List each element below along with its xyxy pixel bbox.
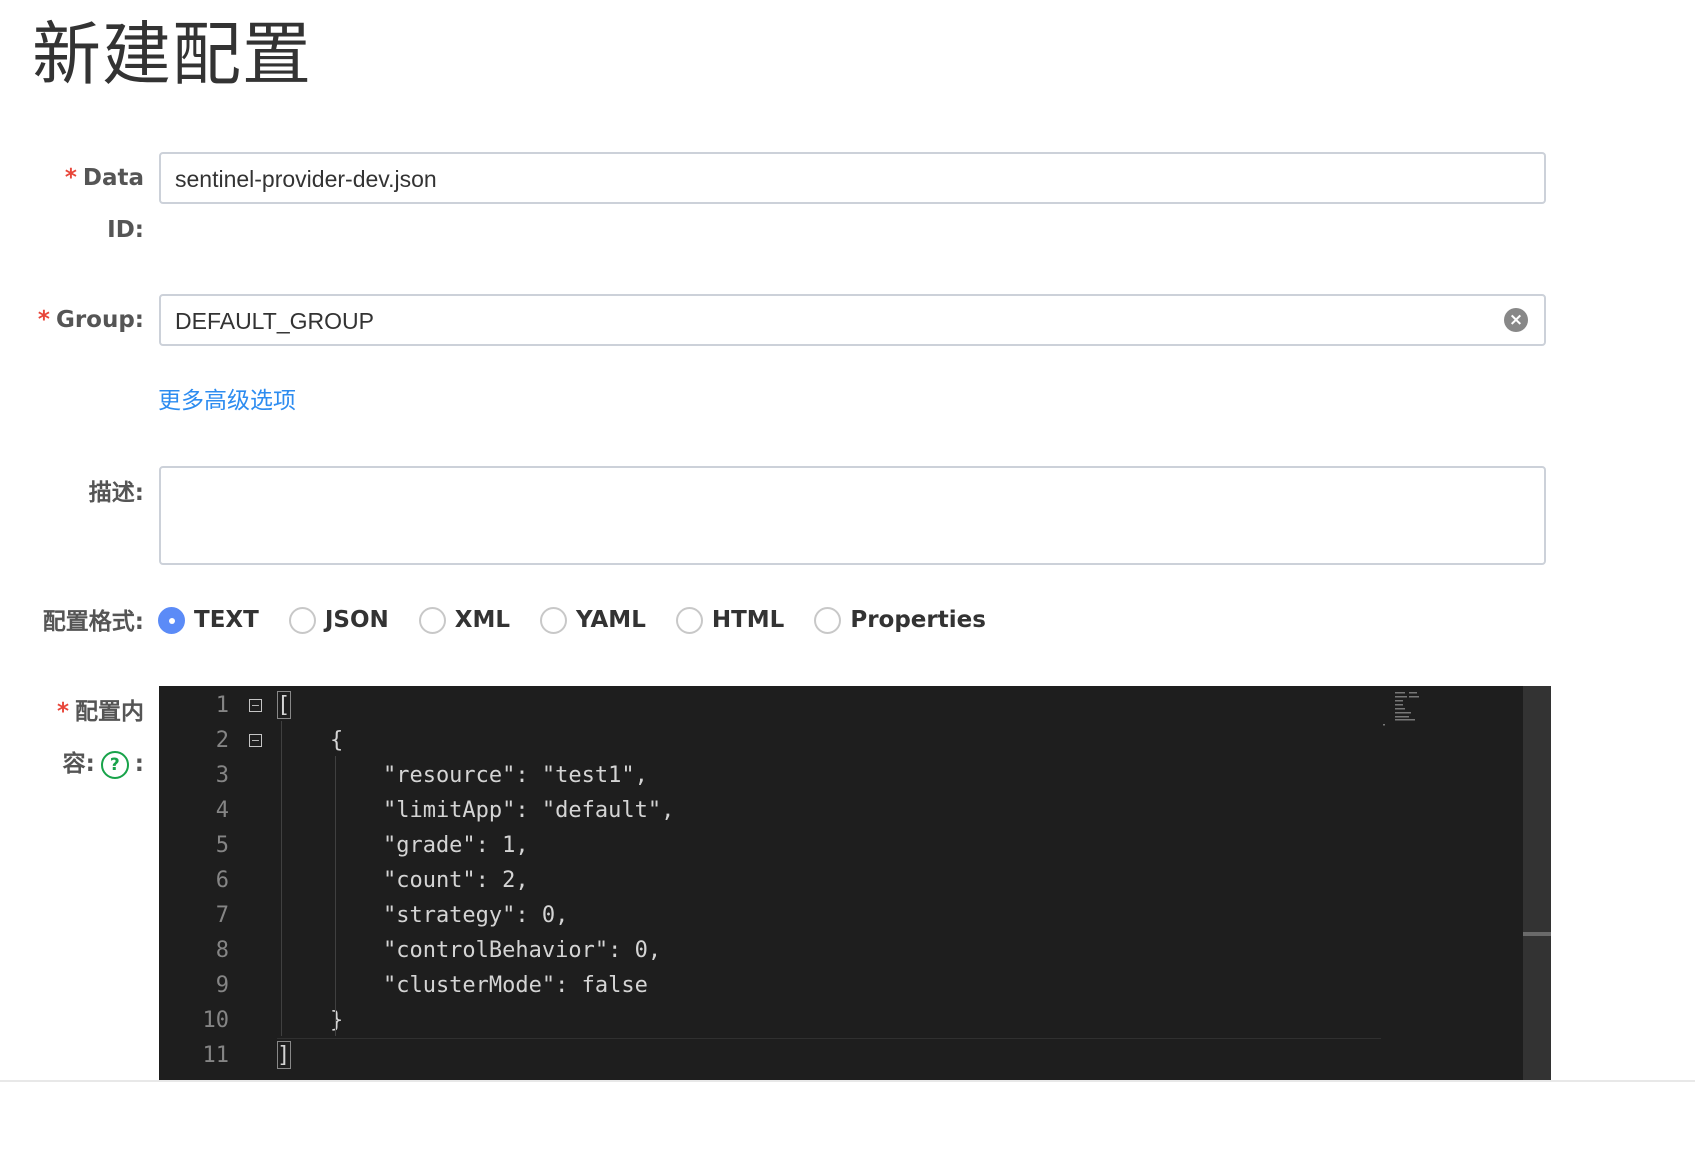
code-line[interactable]: "grade": 1, (277, 828, 529, 863)
advanced-options-link[interactable]: 更多高级选项 (158, 384, 296, 418)
page-title: 新建配置 (32, 15, 312, 95)
group-input[interactable]: DEFAULT_GROUP × (159, 294, 1546, 346)
bracket-match-highlight (277, 1041, 291, 1069)
format-radio-yaml[interactable]: YAML (540, 606, 646, 634)
content-label-line2: 容:?: (63, 738, 144, 790)
fold-toggle-icon[interactable]: − (249, 734, 262, 747)
required-marker: * (64, 165, 77, 191)
format-radio-properties[interactable]: Properties (814, 606, 986, 634)
line-number: 7 (215, 903, 229, 928)
line-number: 9 (215, 973, 229, 998)
group-label: * Group: (38, 294, 144, 346)
content-label-line1: 配置内 (75, 699, 144, 725)
required-marker: * (56, 699, 69, 725)
content-label: * 配置内 (57, 686, 144, 738)
format-radio-text[interactable]: TEXT (158, 606, 259, 634)
code-line[interactable]: "count": 2, (277, 863, 529, 898)
bracket-match-highlight (277, 691, 291, 719)
code-line[interactable]: } (277, 1003, 343, 1038)
line-number: 10 (202, 1008, 230, 1033)
radio-unchecked-icon (418, 606, 446, 634)
question-circle-icon[interactable]: ? (100, 750, 129, 779)
line-number: 11 (202, 1043, 230, 1068)
indent-guide (335, 756, 336, 1036)
indent-guide (281, 721, 282, 1036)
group-value: DEFAULT_GROUP (175, 308, 374, 334)
radio-unchecked-icon (540, 606, 568, 634)
radio-label: YAML (576, 607, 646, 633)
group-label-text: Group: (55, 307, 144, 333)
code-line[interactable]: { (277, 723, 343, 758)
required-marker: * (37, 307, 50, 333)
code-line[interactable]: "resource": "test1", (277, 758, 648, 793)
fold-toggle-icon[interactable]: − (249, 699, 262, 712)
data-id-label-line2: ID: (107, 217, 144, 243)
radio-label: XML (454, 607, 511, 633)
format-radio-json[interactable]: JSON (288, 606, 389, 634)
clear-icon[interactable]: × (1504, 308, 1528, 332)
content-label-suffix: : (134, 751, 144, 777)
line-number: 1 (215, 693, 229, 718)
radio-label: TEXT (194, 607, 259, 633)
radio-label: JSON (324, 607, 389, 633)
line-number: 8 (215, 938, 229, 963)
format-radio-xml[interactable]: XML (418, 606, 511, 634)
page-divider (0, 1080, 1695, 1082)
radio-label: HTML (711, 607, 785, 633)
radio-label: Properties (850, 607, 986, 633)
line-number: 6 (215, 868, 229, 893)
code-line[interactable]: "limitApp": "default", (277, 793, 674, 828)
data-id-value: sentinel-provider-dev.json (175, 166, 437, 192)
editor-scrollbar[interactable] (1523, 686, 1551, 1080)
format-radio-group: TEXT JSON XML YAML HTML Properties (158, 600, 1016, 640)
code-editor[interactable]: 1 2 3 4 5 6 7 8 9 10 11− − [ { "resource": "test1",… (159, 686, 1551, 1080)
format-label: 配置格式: (42, 609, 144, 635)
scrollbar-thumb[interactable] (1523, 932, 1551, 936)
line-number: 2 (215, 728, 229, 753)
data-id-input[interactable]: sentinel-provider-dev.json (159, 152, 1546, 204)
current-line-highlight (277, 1038, 1381, 1039)
radio-unchecked-icon (814, 606, 842, 634)
radio-unchecked-icon (675, 606, 703, 634)
description-textarea[interactable] (159, 466, 1546, 565)
content-label-prefix: 容: (62, 751, 95, 777)
format-radio-html[interactable]: HTML (675, 606, 785, 634)
code-line[interactable]: "clusterMode": false (277, 968, 648, 1003)
editor-minimap (1383, 692, 1419, 726)
description-label: 描述: (88, 480, 144, 506)
line-number: 4 (215, 798, 229, 823)
data-id-label-line1: Data (82, 165, 144, 191)
code-line[interactable]: "strategy": 0, (277, 898, 568, 933)
line-number: 5 (215, 833, 229, 858)
radio-unchecked-icon (288, 606, 316, 634)
line-number: 3 (215, 763, 229, 788)
radio-checked-icon (158, 606, 185, 634)
data-id-label: * Data (65, 152, 144, 204)
